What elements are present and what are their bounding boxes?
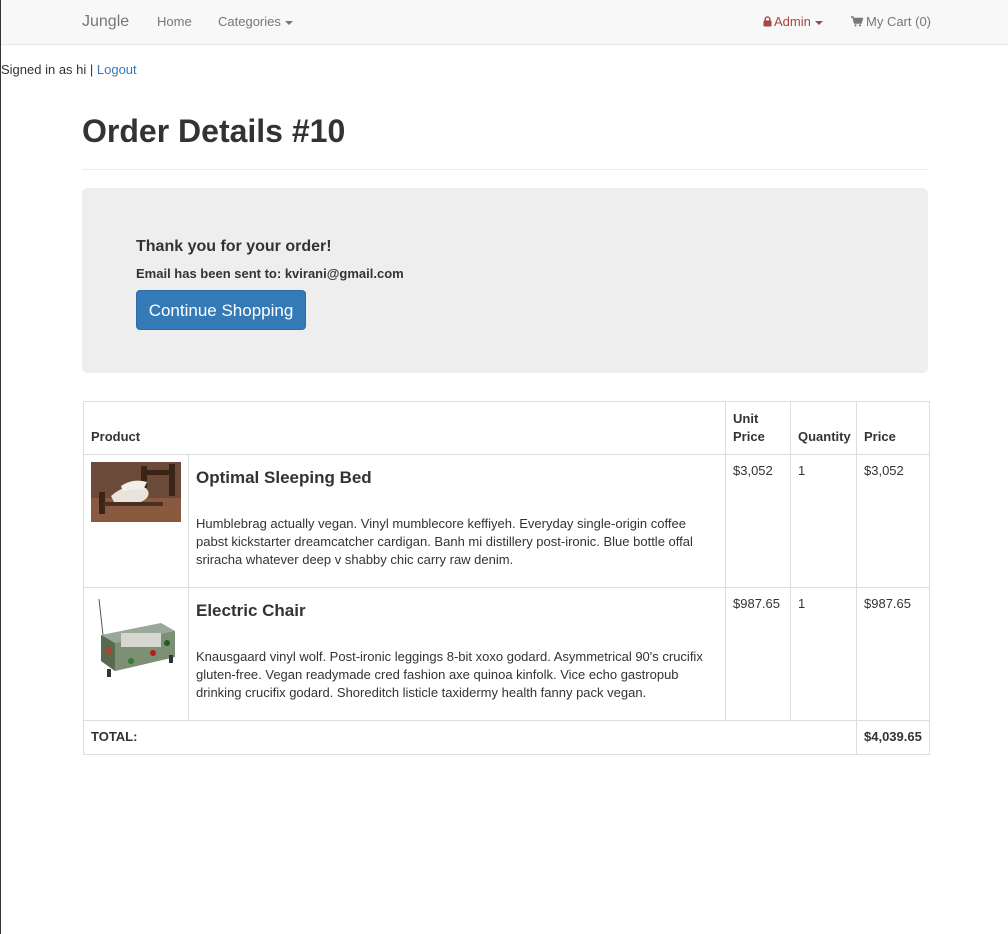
nav-admin-label: Admin bbox=[774, 14, 811, 29]
brand-link[interactable]: Jungle bbox=[82, 0, 129, 44]
order-confirmation-panel: Thank you for your order! Email has been… bbox=[82, 188, 928, 373]
product-info-cell: Optimal Sleeping Bed Humblebrag actually… bbox=[188, 454, 726, 588]
product-name: Optimal Sleeping Bed bbox=[196, 468, 372, 487]
nav-categories-label: Categories bbox=[218, 14, 281, 29]
header-price: Price bbox=[856, 401, 930, 455]
nav-admin-dropdown[interactable]: Admin bbox=[763, 0, 823, 44]
table-row: Electric Chair Knausgaard vinyl wolf. Po… bbox=[83, 587, 930, 721]
unit-price-cell: $3,052 bbox=[725, 454, 791, 588]
page-title: Order Details #10 bbox=[82, 113, 346, 149]
product-image-cell bbox=[83, 587, 189, 721]
order-items-table: Product Unit Price Quantity Price Optima… bbox=[83, 401, 930, 755]
product-image-chair bbox=[91, 595, 181, 685]
table-row: Optimal Sleeping Bed Humblebrag actually… bbox=[83, 454, 930, 588]
signed-in-status: Signed in as hi | Logout bbox=[1, 62, 137, 77]
continue-shopping-button[interactable]: Continue Shopping bbox=[136, 290, 306, 330]
nav-cart-label: My Cart (0) bbox=[866, 14, 931, 29]
quantity-cell: 1 bbox=[790, 587, 857, 721]
header-quantity: Quantity bbox=[790, 401, 857, 455]
header-divider bbox=[82, 169, 928, 170]
logout-link[interactable]: Logout bbox=[97, 62, 137, 77]
nav-categories-dropdown[interactable]: Categories bbox=[218, 0, 293, 44]
nav-home[interactable]: Home bbox=[157, 0, 192, 44]
product-description: Humblebrag actually vegan. Vinyl mumblec… bbox=[196, 515, 693, 567]
lock-icon bbox=[763, 16, 772, 27]
product-name: Electric Chair bbox=[196, 601, 306, 620]
product-image-bed bbox=[91, 462, 181, 522]
thank-you-heading: Thank you for your order! bbox=[136, 238, 332, 255]
product-info-cell: Electric Chair Knausgaard vinyl wolf. Po… bbox=[188, 587, 726, 721]
navbar: Jungle Home Categories Admin My Cart (0) bbox=[1, 0, 1008, 45]
email-sent-message: Email has been sent to: kvirani@gmail.co… bbox=[136, 266, 404, 281]
total-label: TOTAL: bbox=[83, 720, 857, 755]
header-unit-price: Unit Price bbox=[725, 401, 791, 455]
caret-down-icon bbox=[814, 20, 823, 25]
cart-icon bbox=[851, 16, 863, 27]
signed-in-text: Signed in as hi | bbox=[1, 62, 97, 77]
quantity-cell: 1 bbox=[790, 454, 857, 588]
price-cell: $3,052 bbox=[856, 454, 930, 588]
total-row: TOTAL: $4,039.65 bbox=[83, 720, 930, 755]
product-image-cell bbox=[83, 454, 189, 588]
total-value: $4,039.65 bbox=[856, 720, 930, 755]
header-product: Product bbox=[83, 401, 726, 455]
price-cell: $987.65 bbox=[856, 587, 930, 721]
unit-price-cell: $987.65 bbox=[725, 587, 791, 721]
product-description: Knausgaard vinyl wolf. Post-ironic leggi… bbox=[196, 648, 703, 700]
caret-down-icon bbox=[284, 20, 293, 25]
table-header-row: Product Unit Price Quantity Price bbox=[83, 401, 930, 455]
nav-cart-link[interactable]: My Cart (0) bbox=[851, 0, 931, 44]
